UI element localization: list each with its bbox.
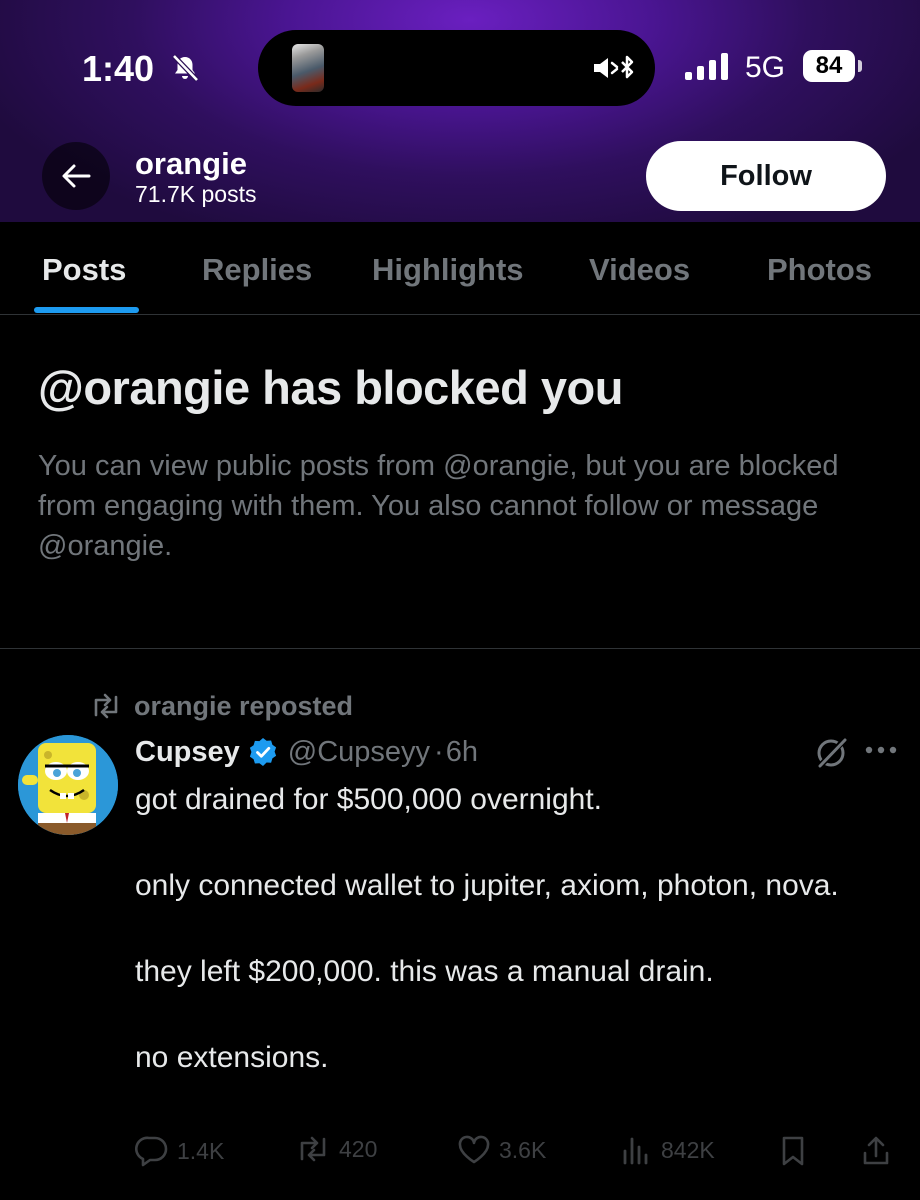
battery-tip	[858, 60, 862, 72]
views-count: 842K	[661, 1136, 715, 1163]
repost-icon	[94, 693, 118, 719]
separator-dot: ·	[434, 735, 444, 768]
status-time: 1:40	[82, 48, 155, 89]
reply-count: 1.4K	[177, 1137, 225, 1164]
share-button[interactable]	[861, 1135, 899, 1167]
battery-indicator: 84	[803, 50, 855, 82]
blocked-title: @orangie has blocked you	[38, 361, 623, 414]
views-chart-icon	[623, 1137, 648, 1165]
profile-post-count: 71.7K posts	[135, 181, 257, 207]
signal-bars-icon	[685, 53, 728, 80]
author-name[interactable]: Cupsey	[135, 736, 240, 769]
speaker-bluetooth-icon	[594, 55, 634, 79]
post-text: got drained for $500,000 overnight. only…	[135, 778, 895, 1122]
profile-name: orangie	[135, 146, 247, 181]
post-actions: 1.4K 420 3.6K 842K	[135, 1135, 895, 1171]
divider	[0, 648, 920, 649]
arrow-left-icon	[62, 164, 91, 188]
share-icon	[863, 1136, 889, 1165]
network-type: 5G	[745, 51, 786, 84]
views-button[interactable]: 842K	[621, 1135, 715, 1165]
profile-header: 1:40 5G 84 orangie 71.7K posts Follow	[0, 0, 920, 222]
like-count: 3.6K	[499, 1136, 547, 1163]
tab-videos[interactable]: Videos	[589, 252, 690, 288]
post-paragraph: they left $200,000. this was a manual dr…	[135, 955, 714, 988]
back-button[interactable]	[42, 142, 110, 210]
repost-icon	[300, 1136, 326, 1162]
blocked-description: You can view public posts from @orangie,…	[38, 450, 839, 562]
post-paragraph: got drained for $500,000 overnight.	[135, 783, 603, 816]
heart-icon	[458, 1135, 490, 1164]
bookmark-icon	[782, 1136, 804, 1166]
bookmark-button[interactable]	[779, 1135, 815, 1167]
repost-label: orangie reposted	[134, 690, 354, 721]
post-time: 6h	[445, 735, 478, 768]
bell-muted-icon	[172, 54, 199, 82]
active-tab-indicator	[34, 307, 139, 313]
avatar[interactable]	[18, 735, 118, 835]
tab-photos[interactable]: Photos	[767, 252, 872, 288]
author-handle[interactable]: @Cupseyy	[288, 736, 430, 769]
post-paragraph: no extensions.	[135, 1041, 329, 1074]
post-author-row: Cupsey @Cupseyy · 6h	[135, 733, 478, 771]
spongebob-avatar-image	[18, 735, 118, 835]
follow-button[interactable]: Follow	[646, 141, 886, 211]
tab-highlights[interactable]: Highlights	[372, 252, 524, 288]
now-playing-artwork	[292, 44, 324, 92]
repost-count: 420	[339, 1135, 378, 1162]
verified-badge-icon	[249, 738, 276, 766]
post-paragraph: only connected wallet to jupiter, axiom,…	[135, 869, 839, 902]
repost-indicator[interactable]: orangie reposted	[90, 688, 353, 724]
reply-icon	[135, 1136, 168, 1167]
more-options-icon[interactable]	[864, 744, 898, 756]
repost-button[interactable]: 420	[295, 1135, 377, 1163]
like-button[interactable]: 3.6K	[457, 1135, 546, 1165]
reply-button[interactable]: 1.4K	[135, 1135, 224, 1167]
tab-replies[interactable]: Replies	[202, 252, 312, 288]
grok-icon[interactable]	[815, 735, 849, 769]
profile-tabs: Posts Replies Highlights Videos Photos	[0, 222, 920, 315]
tab-posts[interactable]: Posts	[42, 252, 126, 288]
